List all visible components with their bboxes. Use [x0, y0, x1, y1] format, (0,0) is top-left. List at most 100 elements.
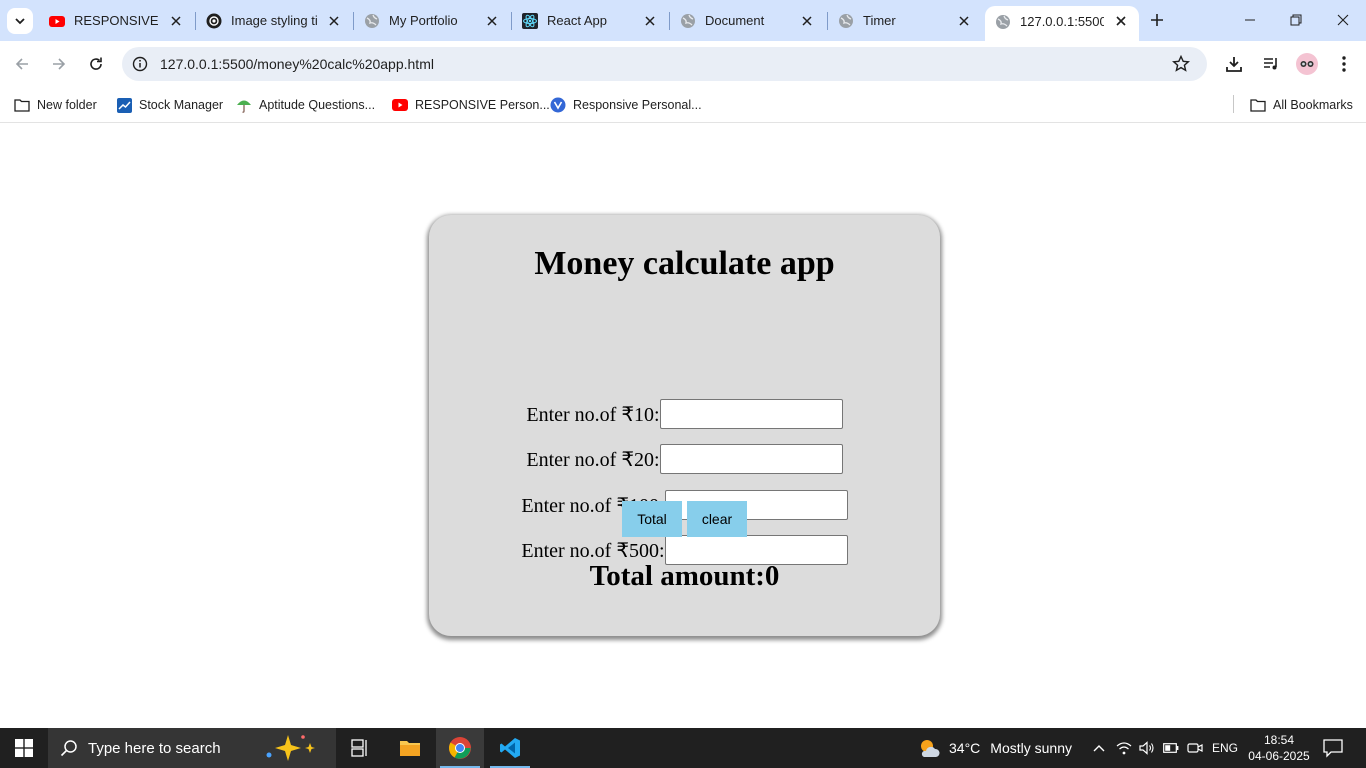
- folder-icon: [1250, 97, 1266, 113]
- task-view-icon: [351, 739, 367, 757]
- folder-icon: [400, 741, 420, 756]
- field-row-20: Enter no.of ₹20:: [429, 444, 940, 474]
- tab-title: React App: [547, 13, 607, 28]
- close-tab-icon[interactable]: [797, 11, 817, 31]
- browser-menu-button[interactable]: [1333, 53, 1355, 75]
- taskbar-search-box[interactable]: Type here to search: [48, 728, 336, 768]
- bookmark-responsive-personal[interactable]: Responsive Personal...: [550, 94, 702, 116]
- task-view-button[interactable]: [336, 728, 384, 768]
- start-button[interactable]: [0, 728, 48, 768]
- meet-now-button[interactable]: [1186, 739, 1204, 757]
- tab-title: Document: [705, 13, 765, 28]
- total-button[interactable]: Total: [622, 501, 682, 537]
- new-tab-button[interactable]: [1146, 9, 1168, 31]
- tab-title: RESPONSIVE Pe: [74, 13, 160, 28]
- file-explorer-button[interactable]: [386, 728, 434, 768]
- tab-title: Timer: [863, 13, 896, 28]
- vscode-icon: [500, 738, 520, 758]
- bookmark-responsive-person[interactable]: RESPONSIVE Person...: [392, 94, 550, 116]
- forward-button[interactable]: [47, 52, 71, 76]
- tab-document[interactable]: Document: [670, 6, 827, 36]
- restore-icon: [1290, 14, 1302, 26]
- search-highlight-icon: [266, 735, 315, 761]
- tab-active-localhost[interactable]: 127.0.0.1:5500/: [985, 6, 1139, 41]
- minimize-button[interactable]: [1237, 8, 1263, 32]
- bookmarks-divider: [1233, 95, 1234, 113]
- bookmark-aptitude[interactable]: Aptitude Questions...: [236, 94, 375, 116]
- wifi-icon: [1116, 742, 1132, 755]
- close-window-button[interactable]: [1330, 8, 1356, 32]
- umbrella-icon: [236, 97, 252, 113]
- camera-icon: [1187, 743, 1203, 753]
- input-language[interactable]: ENG: [1212, 741, 1238, 755]
- close-tab-icon[interactable]: [954, 11, 974, 31]
- reload-button[interactable]: [84, 52, 108, 76]
- clock-date: 04-06-2025: [1248, 749, 1310, 763]
- close-tab-icon[interactable]: [1111, 11, 1131, 31]
- battery-icon: [1163, 743, 1179, 753]
- input-notes-20[interactable]: [659, 444, 843, 474]
- tab-responsive[interactable]: RESPONSIVE Pe: [39, 6, 195, 36]
- clear-button[interactable]: clear: [687, 501, 747, 537]
- field-label-20: Enter no.of ₹20:: [526, 448, 660, 471]
- volume-button[interactable]: [1138, 739, 1156, 757]
- field-row-10: Enter no.of ₹10:: [429, 399, 940, 429]
- plus-icon: [1151, 14, 1163, 26]
- tab-strip: RESPONSIVE Pe Image styling ti My Portfo…: [0, 0, 1366, 41]
- url-text[interactable]: 127.0.0.1:5500/money%20calc%20app.html: [160, 56, 434, 72]
- notification-center-icon[interactable]: [1322, 738, 1344, 758]
- chevron-up-icon: [1093, 745, 1105, 752]
- all-bookmarks-label: All Bookmarks: [1273, 98, 1353, 112]
- battery-button[interactable]: [1162, 739, 1180, 757]
- bookmark-stock-manager[interactable]: Stock Manager: [116, 94, 223, 116]
- globe-icon: [681, 14, 695, 28]
- search-placeholder: Type here to search: [88, 740, 221, 757]
- tab-my-portfolio[interactable]: My Portfolio: [354, 6, 511, 36]
- close-tab-icon[interactable]: [324, 11, 344, 31]
- media-queue-icon: [1264, 58, 1277, 70]
- download-icon: [1226, 57, 1242, 72]
- site-info-icon[interactable]: [132, 56, 148, 72]
- chevron-down-icon: [15, 18, 25, 25]
- partly-sunny-icon: [921, 740, 940, 757]
- show-hidden-icons-button[interactable]: [1090, 739, 1108, 757]
- speaker-icon: [1139, 741, 1154, 755]
- input-notes-10[interactable]: [659, 399, 843, 429]
- field-label-10: Enter no.of ₹10:: [526, 403, 660, 426]
- chatgpt-icon: [206, 13, 222, 29]
- globe-icon: [839, 14, 853, 28]
- back-button[interactable]: [10, 52, 34, 76]
- tab-react-app[interactable]: React App: [512, 6, 669, 36]
- tab-image-styling[interactable]: Image styling ti: [196, 6, 353, 36]
- network-button[interactable]: [1115, 739, 1133, 757]
- vscode-taskbar-button[interactable]: [486, 728, 534, 768]
- address-bar[interactable]: 127.0.0.1:5500/money%20calc%20app.html: [122, 47, 1207, 81]
- weather-widget[interactable]: 34°C Mostly sunny: [918, 738, 1072, 758]
- bookmark-label: Aptitude Questions...: [259, 98, 376, 112]
- folder-icon: [14, 97, 30, 113]
- button-row: Total clear: [429, 501, 940, 537]
- bookmark-label: Responsive Personal...: [573, 98, 702, 112]
- chrome-icon: [449, 737, 471, 759]
- media-control-button[interactable]: [1260, 53, 1282, 75]
- bookmark-label: New folder: [37, 98, 97, 112]
- chrome-taskbar-button[interactable]: [436, 728, 484, 768]
- download-button[interactable]: [1223, 53, 1245, 75]
- system-clock[interactable]: 18:54 04-06-2025: [1248, 732, 1310, 764]
- restore-button[interactable]: [1283, 8, 1309, 32]
- arrow-left-icon: [15, 58, 28, 70]
- close-tab-icon[interactable]: [640, 11, 660, 31]
- money-calc-card: Money calculate app Enter no.of ₹10: Ent…: [429, 215, 940, 636]
- profile-avatar[interactable]: [1296, 53, 1318, 75]
- tab-search-button[interactable]: [7, 8, 33, 34]
- tab-timer[interactable]: Timer: [828, 6, 985, 36]
- reload-icon: [90, 57, 102, 70]
- app-title: Money calculate app: [534, 245, 835, 282]
- all-bookmarks-button[interactable]: All Bookmarks: [1250, 94, 1353, 116]
- arrow-right-icon: [53, 58, 66, 70]
- close-tab-icon[interactable]: [482, 11, 502, 31]
- bookmark-star-icon[interactable]: [1172, 55, 1190, 73]
- bookmark-new-folder[interactable]: New folder: [14, 94, 97, 116]
- youtube-icon: [49, 16, 65, 27]
- close-tab-icon[interactable]: [166, 11, 186, 31]
